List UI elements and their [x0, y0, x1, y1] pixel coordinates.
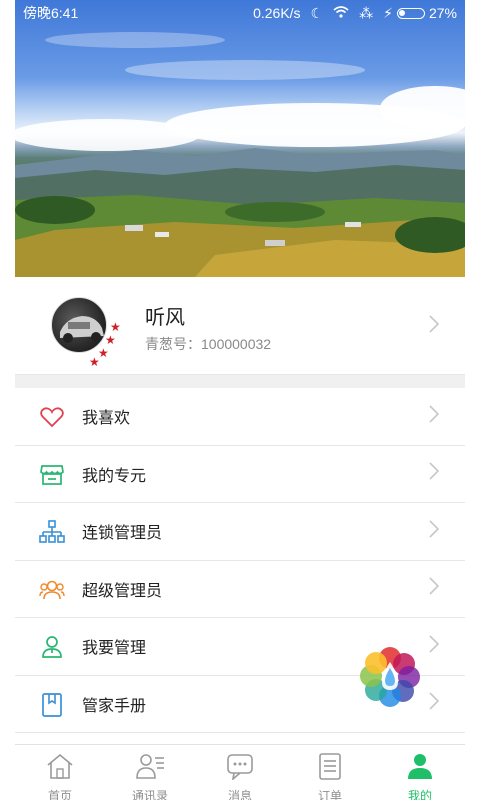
- star-icon: ★: [105, 333, 116, 347]
- home-icon: [45, 752, 75, 785]
- chevron-right-icon: [429, 692, 440, 715]
- battery-percent: 27%: [428, 5, 457, 21]
- chevron-right-icon: [429, 462, 440, 485]
- avatar: [51, 297, 107, 353]
- tab-label: 消息: [227, 789, 252, 800]
- network-speed: 0.26K/s: [253, 5, 301, 21]
- menu-item-label: 我的专元: [82, 467, 147, 485]
- tab-contacts[interactable]: 通讯录: [105, 745, 195, 800]
- order-icon: [315, 752, 345, 785]
- user-manage-icon: [39, 634, 65, 660]
- chevron-right-icon: [429, 315, 440, 338]
- heart-icon: [39, 404, 65, 430]
- tab-label: 通讯录: [131, 789, 168, 800]
- menu-item-label: 超级管理员: [82, 582, 163, 600]
- tab-label: 首页: [47, 789, 72, 800]
- tab-orders[interactable]: 订单: [285, 745, 375, 800]
- profile-name: 听风: [145, 307, 185, 329]
- star-icon: ★: [110, 320, 121, 334]
- menu-item-label: 管家手册: [82, 697, 147, 715]
- chevron-right-icon: [429, 520, 440, 543]
- profile-card[interactable]: ★ ★ ★ ★ 听风 青葱号：100000032: [15, 277, 465, 374]
- bottom-tab-bar: 首页 通讯录 消息 订单 我的: [15, 744, 465, 800]
- chevron-right-icon: [429, 577, 440, 600]
- petal-water-drop-icon: [360, 647, 420, 707]
- tab-label: 订单: [317, 789, 342, 800]
- landscape-illustration: [15, 32, 465, 277]
- tab-messages[interactable]: 消息: [195, 745, 285, 800]
- menu-item-my-store[interactable]: 我的专元: [15, 446, 465, 503]
- header-landscape-image: [15, 0, 465, 277]
- battery-icon: [396, 7, 425, 19]
- battery-indicator: ⚡ 27%: [383, 5, 457, 22]
- book-icon: [39, 692, 65, 718]
- tab-label: 我的: [407, 789, 432, 800]
- chevron-right-icon: [429, 635, 440, 658]
- floating-assistant-button[interactable]: [358, 644, 422, 708]
- tab-home[interactable]: 首页: [15, 745, 105, 800]
- menu-item-chain-admin[interactable]: 连锁管理员: [15, 503, 465, 561]
- org-chart-icon: [39, 519, 65, 545]
- moon-icon: ☾: [310, 4, 324, 21]
- charging-icon: ⚡: [383, 4, 393, 21]
- menu-item-favorites[interactable]: 我喜欢: [15, 388, 465, 446]
- menu-item-label: 连锁管理员: [82, 525, 163, 543]
- avatar-container: ★ ★ ★ ★: [51, 297, 131, 369]
- star-icon: ★: [89, 355, 100, 369]
- menu-item-label: 我喜欢: [82, 410, 131, 428]
- status-bar: 傍晚6:41 0.26K/s ☾ ⁂ ⚡ 27%: [15, 0, 465, 26]
- section-divider: [15, 374, 465, 388]
- profile-id: 青葱号：100000032: [145, 336, 272, 352]
- chevron-right-icon: [429, 405, 440, 428]
- message-icon: [225, 752, 255, 785]
- tab-profile[interactable]: 我的: [375, 745, 465, 800]
- status-time: 傍晚6:41: [23, 5, 79, 21]
- wifi-icon: [333, 5, 349, 21]
- group-icon: [39, 577, 65, 603]
- menu-item-super-admin[interactable]: 超级管理员: [15, 561, 465, 618]
- shop-icon: [39, 462, 65, 488]
- profile-icon: [405, 752, 435, 785]
- contacts-icon: [135, 752, 165, 785]
- signal-icon: ⁂: [359, 4, 374, 21]
- menu-item-label: 我要管理: [82, 640, 147, 658]
